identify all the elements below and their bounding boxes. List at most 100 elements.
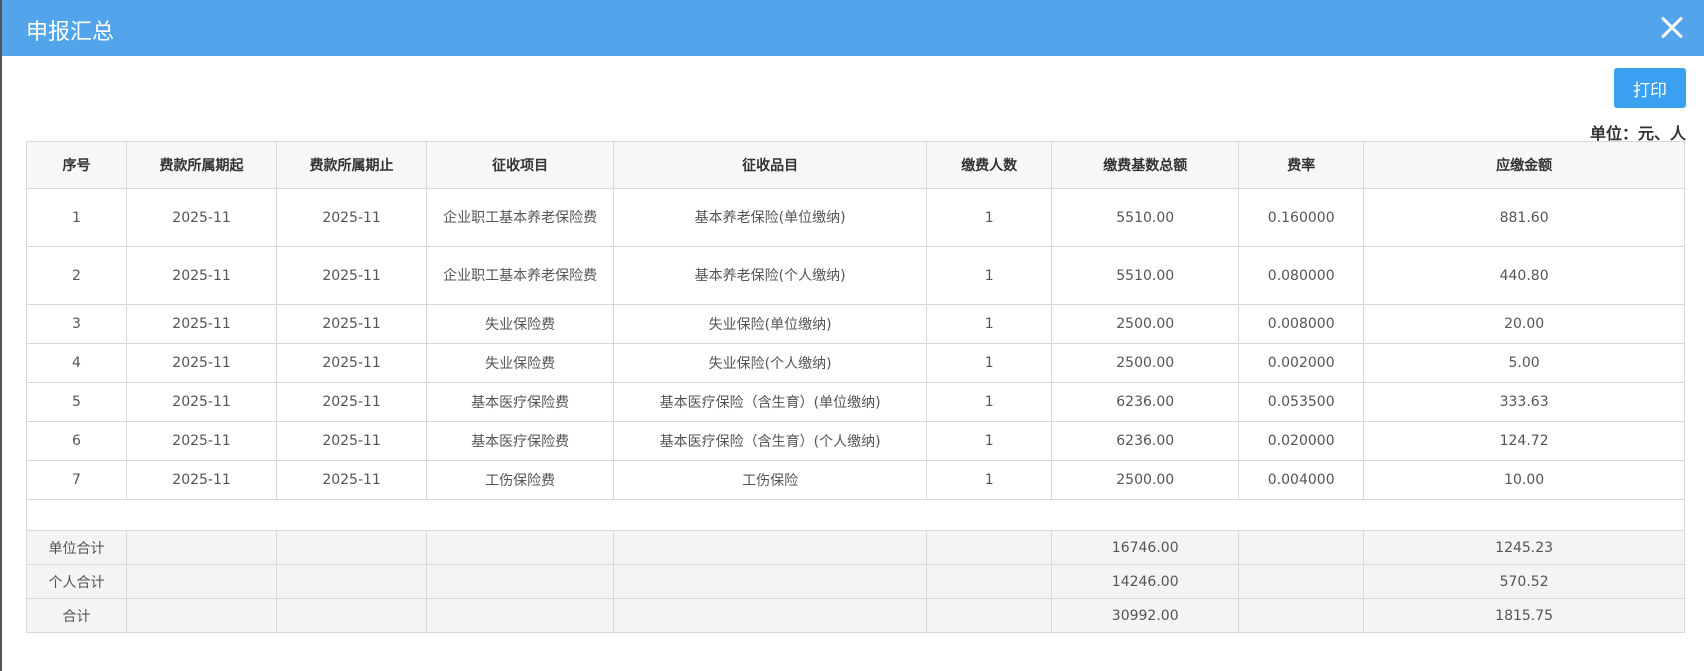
table-cell: 2025-11 [276,343,428,383]
table-cell: 1 [926,246,1053,305]
table-cell: 失业保险费 [426,304,615,344]
empty-cell [126,598,278,633]
table-cell: 企业职工基本养老保险费 [426,246,615,305]
column-header: 缴费基数总额 [1051,141,1240,189]
print-button[interactable]: 打印 [1614,68,1686,108]
table-spacer-row [26,499,1685,531]
empty-cell [1238,564,1365,599]
table-cell: 2500.00 [1051,304,1240,344]
table-cell: 0.053500 [1238,382,1365,422]
table-row: 2 2025-11 2025-11 企业职工基本养老保险费 基本养老保险(个人缴… [25,246,1685,305]
empty-cell [276,530,428,565]
table-cell: 2025-11 [126,343,278,383]
column-header: 应缴金额 [1363,141,1685,189]
table-cell: 1 [25,188,128,247]
table-cell: 0.004000 [1238,460,1365,500]
table-cell: 2025-11 [276,421,428,461]
empty-cell [426,598,615,633]
table-row: 7 2025-11 2025-11 工伤保险费 工伤保险 1 2500.00 0… [25,460,1685,500]
column-header: 费率 [1238,141,1365,189]
empty-cell [1238,530,1365,565]
table-row: 6 2025-11 2025-11 基本医疗保险费 基本医疗保险（含生育）(个人… [25,421,1685,461]
table-cell: 2025-11 [126,382,278,422]
empty-cell [276,598,428,633]
table-cell: 7 [25,460,128,500]
total-base: 14246.00 [1051,564,1240,599]
total-label: 单位合计 [25,530,128,565]
total-amount: 1245.23 [1363,530,1685,565]
empty-cell [276,564,428,599]
table-cell: 1 [926,421,1053,461]
table-cell: 1 [926,188,1053,247]
table-cell: 失业保险(个人缴纳) [613,343,928,383]
column-header: 征收项目 [426,141,615,189]
summary-table: 序号 费款所属期起 费款所属期止 征收项目 征收品目 缴费人数 缴费基数总额 费… [25,141,1685,633]
table-cell: 工伤保险费 [426,460,615,500]
table-cell: 6236.00 [1051,421,1240,461]
close-icon[interactable] [1656,12,1688,44]
table-cell: 2025-11 [126,421,278,461]
total-label: 个人合计 [25,564,128,599]
declaration-summary-dialog: 申报汇总 打印 单位：元、人 序号 费款所属期起 费款所属期止 征收项目 征收品… [2,0,1704,671]
table-cell: 0.002000 [1238,343,1365,383]
empty-cell [126,564,278,599]
table-cell: 基本医疗保险（含生育）(个人缴纳) [613,421,928,461]
table-cell: 1 [926,304,1053,344]
table-cell: 基本医疗保险费 [426,382,615,422]
table-cell: 2500.00 [1051,343,1240,383]
table-cell: 1 [926,460,1053,500]
table-cell: 失业保险(单位缴纳) [613,304,928,344]
table-cell: 0.020000 [1238,421,1365,461]
table-cell: 881.60 [1363,188,1685,247]
table-cell: 124.72 [1363,421,1685,461]
table-cell: 6 [25,421,128,461]
table-cell: 0.160000 [1238,188,1365,247]
table-cell: 2025-11 [126,304,278,344]
table-cell: 企业职工基本养老保险费 [426,188,615,247]
table-cell: 5510.00 [1051,246,1240,305]
table-cell: 2025-11 [126,246,278,305]
empty-cell [613,564,928,599]
table-cell: 2025-11 [276,304,428,344]
empty-cell [126,530,278,565]
table-cell: 2500.00 [1051,460,1240,500]
table-cell: 基本医疗保险（含生育）(单位缴纳) [613,382,928,422]
table-row: 1 2025-11 2025-11 企业职工基本养老保险费 基本养老保险(单位缴… [25,188,1685,247]
total-base: 30992.00 [1051,598,1240,633]
table-cell: 2 [25,246,128,305]
table-cell: 333.63 [1363,382,1685,422]
empty-cell [1238,598,1365,633]
total-row-personal: 个人合计 14246.00 570.52 [25,564,1685,599]
total-base: 16746.00 [1051,530,1240,565]
table-row: 3 2025-11 2025-11 失业保险费 失业保险(单位缴纳) 1 250… [25,304,1685,344]
table-row: 5 2025-11 2025-11 基本医疗保险费 基本医疗保险（含生育）(单位… [25,382,1685,422]
total-amount: 1815.75 [1363,598,1685,633]
table-cell: 5 [25,382,128,422]
table-cell: 2025-11 [126,460,278,500]
table-cell: 基本医疗保险费 [426,421,615,461]
column-header: 费款所属期止 [276,141,428,189]
table-cell: 4 [25,343,128,383]
empty-cell [926,564,1053,599]
dialog-titlebar: 申报汇总 [2,0,1704,56]
table-cell: 基本养老保险(个人缴纳) [613,246,928,305]
empty-cell [926,598,1053,633]
column-header: 缴费人数 [926,141,1053,189]
table-cell: 2025-11 [276,460,428,500]
empty-cell [926,530,1053,565]
table-cell: 0.080000 [1238,246,1365,305]
empty-cell [426,564,615,599]
table-cell: 2025-11 [126,188,278,247]
total-label: 合计 [25,598,128,633]
total-row-unit: 单位合计 16746.00 1245.23 [25,530,1685,565]
empty-cell [26,499,1685,531]
column-header: 序号 [25,141,128,189]
table-cell: 20.00 [1363,304,1685,344]
table-cell: 440.80 [1363,246,1685,305]
table-cell: 6236.00 [1051,382,1240,422]
table-cell: 基本养老保险(单位缴纳) [613,188,928,247]
table-row: 4 2025-11 2025-11 失业保险费 失业保险(个人缴纳) 1 250… [25,343,1685,383]
table-cell: 工伤保险 [613,460,928,500]
dialog-title: 申报汇总 [26,20,115,45]
table-header-row: 序号 费款所属期起 费款所属期止 征收项目 征收品目 缴费人数 缴费基数总额 费… [25,141,1685,189]
